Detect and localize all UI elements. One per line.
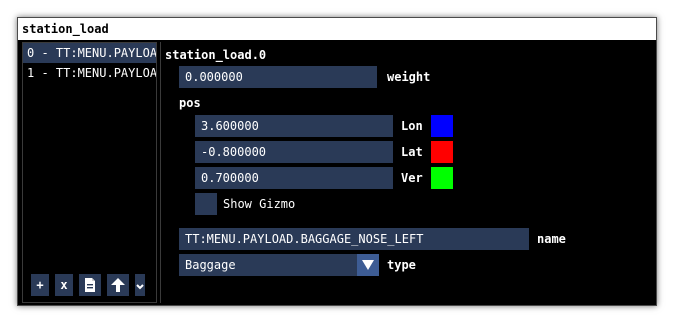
lat-label: Lat <box>401 145 423 159</box>
lat-color-swatch[interactable] <box>431 141 453 163</box>
weight-label: weight <box>387 70 431 84</box>
arrow-up-icon <box>111 278 125 292</box>
list-item[interactable]: 1 - TT:MENU.PAYLOAD.BAGGAGE_NOSE_RIGHT <box>23 63 156 83</box>
copy-icon <box>85 278 95 292</box>
name-field[interactable]: TT:MENU.PAYLOAD.BAGGAGE_NOSE_LEFT <box>179 228 529 250</box>
chevron-down-icon <box>362 260 374 270</box>
list-item[interactable]: 0 - TT:MENU.PAYLOAD.BAGGAGE_NOSE_LEFT <box>23 43 156 63</box>
station-load-window: station_load 0 - TT:MENU.PAYLOAD.BAGGAGE… <box>17 17 657 306</box>
weight-field[interactable]: 0.000000 <box>179 66 377 88</box>
type-label: type <box>387 258 416 272</box>
list-toolbar: + x <box>31 274 145 296</box>
lon-label: Lon <box>401 119 423 133</box>
name-label: name <box>537 232 566 246</box>
dropdown-arrow[interactable] <box>357 254 379 276</box>
arrow-down-icon <box>136 284 144 290</box>
copy-button[interactable] <box>79 274 101 296</box>
type-select-value: Baggage <box>185 258 236 272</box>
lon-field[interactable]: 3.600000 <box>195 115 393 137</box>
detail-heading: station_load.0 <box>165 48 267 62</box>
type-select[interactable]: Baggage <box>179 254 379 276</box>
move-up-button[interactable] <box>107 274 129 296</box>
window-title: station_load <box>18 18 656 40</box>
station-list: 0 - TT:MENU.PAYLOAD.BAGGAGE_NOSE_LEFT 1 … <box>22 42 157 303</box>
pos-label: pos <box>179 96 201 110</box>
show-gizmo-checkbox[interactable] <box>195 193 217 215</box>
ver-label: Ver <box>401 171 423 185</box>
lon-color-swatch[interactable] <box>431 115 453 137</box>
detail-panel: station_load.0 0.000000 weight pos 3.600… <box>160 42 652 303</box>
move-down-button[interactable] <box>135 274 145 296</box>
ver-color-swatch[interactable] <box>431 167 453 189</box>
show-gizmo-label: Show Gizmo <box>223 197 296 211</box>
remove-button[interactable]: x <box>55 274 73 296</box>
ver-field[interactable]: 0.700000 <box>195 167 393 189</box>
add-button[interactable]: + <box>31 274 49 296</box>
lat-field[interactable]: -0.800000 <box>195 141 393 163</box>
